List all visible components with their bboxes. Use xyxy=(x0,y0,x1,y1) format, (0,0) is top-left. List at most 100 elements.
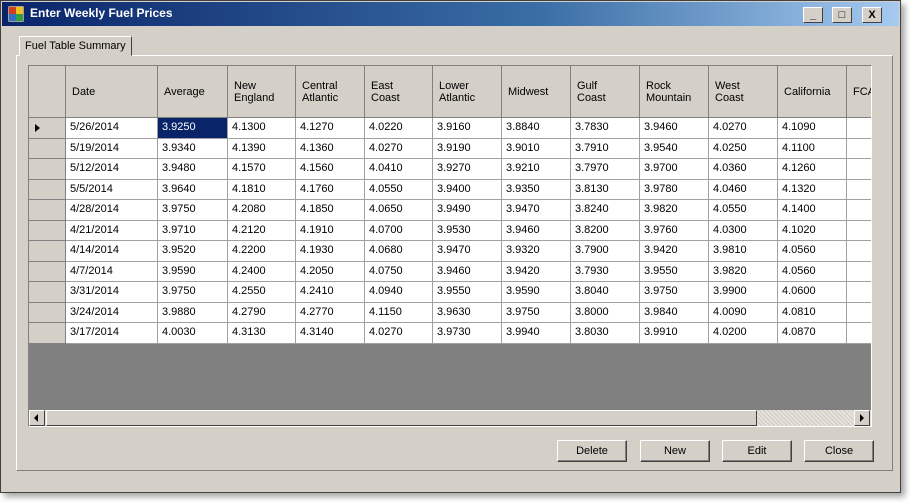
table-cell[interactable]: 4.2410 xyxy=(296,282,365,303)
table-cell[interactable]: 3.9910 xyxy=(640,323,709,344)
table-cell[interactable]: 4.0250 xyxy=(709,138,778,159)
scroll-right-button[interactable] xyxy=(854,410,870,426)
table-cell[interactable]: 3.9880 xyxy=(158,302,228,323)
scrollbar-track[interactable] xyxy=(757,410,854,426)
table-cell[interactable]: 4.1930 xyxy=(296,241,365,262)
table-row[interactable]: 4/14/2014 3.9520 4.2200 4.1930 4.0680 3.9470 3… xyxy=(29,241,871,262)
table-cell[interactable]: 3.8000 xyxy=(571,302,640,323)
table-cell[interactable]: 3.9550 xyxy=(640,261,709,282)
table-cell[interactable]: 3.9750 xyxy=(640,282,709,303)
table-cell[interactable]: 4.0460 xyxy=(709,179,778,200)
table-cell[interactable]: 4/21/2014 xyxy=(66,220,158,241)
table-cell[interactable]: 3.9820 xyxy=(640,200,709,221)
table-cell[interactable]: 4.1100 xyxy=(778,138,847,159)
table-cell[interactable]: 4.1270 xyxy=(296,118,365,139)
table-cell[interactable]: 3.9640 xyxy=(158,179,228,200)
table-cell[interactable]: 4.0270 xyxy=(365,323,433,344)
table-row[interactable]: 5/19/2014 3.9340 4.1390 4.1360 4.0270 3.9190 3… xyxy=(29,138,871,159)
table-cell[interactable]: 4.0200 xyxy=(709,323,778,344)
table-cell[interactable]: 4.2550 xyxy=(228,282,296,303)
grid-corner-header[interactable] xyxy=(29,66,66,118)
table-cell[interactable]: 3.9750 xyxy=(158,200,228,221)
table-row[interactable]: 3/24/2014 3.9880 4.2790 4.2770 4.1150 3.9630 3… xyxy=(29,302,871,323)
row-header[interactable] xyxy=(29,159,66,180)
table-cell[interactable]: 4.0300 xyxy=(709,220,778,241)
table-cell[interactable]: 4.1570 xyxy=(228,159,296,180)
title-bar[interactable]: Enter Weekly Fuel Prices _ □ X xyxy=(2,2,899,26)
row-header[interactable] xyxy=(29,179,66,200)
table-cell[interactable]: 3.9630 xyxy=(433,302,502,323)
table-cell[interactable]: 4.0090 xyxy=(709,302,778,323)
table-cell[interactable]: 4.0220 xyxy=(365,118,433,139)
table-cell[interactable]: 4.0560 xyxy=(778,241,847,262)
table-cell[interactable] xyxy=(847,159,871,180)
table-cell[interactable]: 3.9190 xyxy=(433,138,502,159)
table-cell[interactable]: 3.9590 xyxy=(158,261,228,282)
table-cell[interactable]: 3.7970 xyxy=(571,159,640,180)
column-header[interactable]: Date xyxy=(66,66,158,118)
table-cell[interactable]: 3.9520 xyxy=(158,241,228,262)
table-cell[interactable]: 3.9730 xyxy=(433,323,502,344)
table-cell[interactable]: 4.1020 xyxy=(778,220,847,241)
table-cell[interactable]: 4.1560 xyxy=(296,159,365,180)
table-cell[interactable]: 3.9590 xyxy=(502,282,571,303)
table-row[interactable]: 4/21/2014 3.9710 4.2120 4.1910 4.0700 3.9530 3… xyxy=(29,220,871,241)
table-cell[interactable]: 3.9780 xyxy=(640,179,709,200)
table-cell[interactable]: 3.9760 xyxy=(640,220,709,241)
table-cell[interactable]: 3.8040 xyxy=(571,282,640,303)
table-cell[interactable]: 3.9750 xyxy=(158,282,228,303)
delete-button[interactable]: Delete xyxy=(557,440,627,462)
column-header[interactable]: Midwest xyxy=(502,66,571,118)
table-cell[interactable]: 4.1300 xyxy=(228,118,296,139)
row-header[interactable] xyxy=(29,200,66,221)
table-cell[interactable]: 3.9540 xyxy=(640,138,709,159)
table-cell[interactable] xyxy=(847,138,871,159)
table-cell[interactable]: 3.8130 xyxy=(571,179,640,200)
fuel-price-grid[interactable]: Date Average New England Central Atlantic East… xyxy=(28,65,872,427)
table-cell[interactable]: 5/5/2014 xyxy=(66,179,158,200)
table-cell[interactable]: 3.9810 xyxy=(709,241,778,262)
row-header[interactable] xyxy=(29,241,66,262)
table-cell[interactable]: 5/26/2014 xyxy=(66,118,158,139)
table-cell[interactable]: 3.9210 xyxy=(502,159,571,180)
table-cell[interactable] xyxy=(847,118,871,139)
table-cell[interactable]: 3.7830 xyxy=(571,118,640,139)
row-header[interactable] xyxy=(29,118,66,139)
table-cell[interactable]: 4.0030 xyxy=(158,323,228,344)
column-header[interactable]: New England xyxy=(228,66,296,118)
table-cell[interactable]: 3.9420 xyxy=(640,241,709,262)
row-header[interactable] xyxy=(29,261,66,282)
table-row[interactable]: 3/17/2014 4.0030 4.3130 4.3140 4.0270 3.9730 3… xyxy=(29,323,871,344)
table-cell[interactable]: 4.2770 xyxy=(296,302,365,323)
table-cell[interactable]: 3.8240 xyxy=(571,200,640,221)
table-cell[interactable]: 4.0650 xyxy=(365,200,433,221)
table-cell[interactable]: 4.0270 xyxy=(365,138,433,159)
table-cell[interactable]: 3.9480 xyxy=(158,159,228,180)
table-cell[interactable]: 4.1390 xyxy=(228,138,296,159)
table-cell[interactable]: 3.9750 xyxy=(502,302,571,323)
table-cell[interactable]: 3.9340 xyxy=(158,138,228,159)
table-cell[interactable]: 4.1910 xyxy=(296,220,365,241)
table-cell[interactable] xyxy=(847,261,871,282)
table-cell[interactable]: 3.9460 xyxy=(502,220,571,241)
table-cell[interactable] xyxy=(847,241,871,262)
table-cell[interactable]: 3.7900 xyxy=(571,241,640,262)
table-cell[interactable]: 4.3140 xyxy=(296,323,365,344)
table-cell[interactable]: 4.0360 xyxy=(709,159,778,180)
table-cell[interactable] xyxy=(847,323,871,344)
table-cell[interactable]: 3.9710 xyxy=(158,220,228,241)
table-cell[interactable]: 4.2120 xyxy=(228,220,296,241)
table-cell[interactable]: 4/28/2014 xyxy=(66,200,158,221)
table-row[interactable]: 5/12/2014 3.9480 4.1570 4.1560 4.0410 3.9270 3… xyxy=(29,159,871,180)
table-cell[interactable]: 3.9400 xyxy=(433,179,502,200)
table-cell[interactable]: 3.9820 xyxy=(709,261,778,282)
table-cell[interactable]: 4.0560 xyxy=(778,261,847,282)
table-cell[interactable]: 3.9470 xyxy=(502,200,571,221)
table-cell[interactable]: 3.7930 xyxy=(571,261,640,282)
column-header[interactable]: Central Atlantic xyxy=(296,66,365,118)
close-window-button[interactable]: X xyxy=(862,7,882,23)
table-cell[interactable]: 4.0270 xyxy=(709,118,778,139)
table-cell[interactable]: 3.8030 xyxy=(571,323,640,344)
table-cell[interactable]: 3.9320 xyxy=(502,241,571,262)
table-row[interactable]: 4/7/2014 3.9590 4.2400 4.2050 4.0750 3.9460 3.… xyxy=(29,261,871,282)
